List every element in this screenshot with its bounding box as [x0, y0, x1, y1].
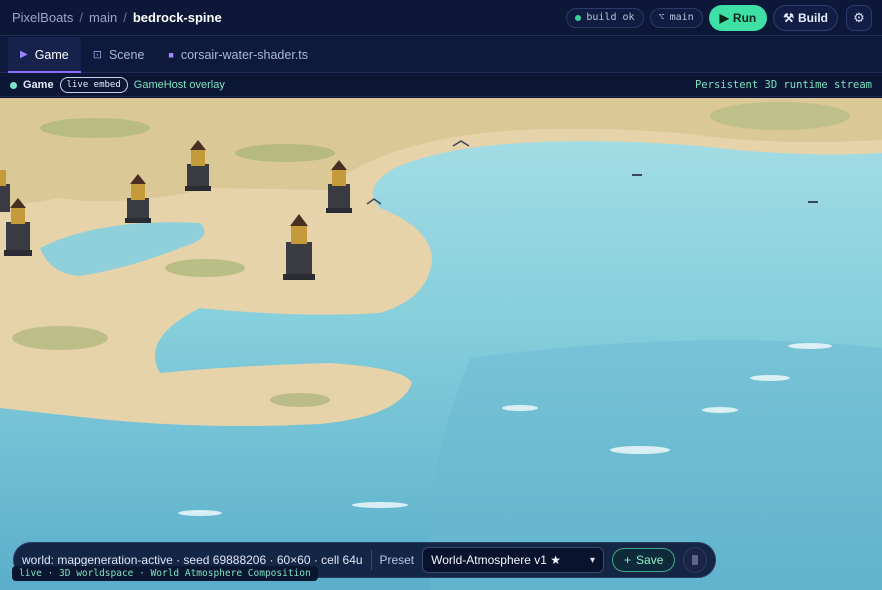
git-branch-icon: ⌥ — [658, 12, 665, 23]
play-icon: ▶ — [20, 49, 28, 60]
run-label: Run — [732, 10, 757, 25]
tab-bar: ▶ Game ⊡ Scene ■ corsair-water-shader.ts — [0, 37, 882, 73]
grass-patch — [710, 102, 850, 130]
top-bar: PixelBoats / main / bedrock-spine build … — [0, 0, 882, 36]
branch-pill[interactable]: ⌥ main — [649, 7, 703, 28]
runtime-stream-label: Persistent 3D runtime stream — [694, 79, 872, 91]
tab-label: Scene — [108, 47, 145, 62]
build-button[interactable]: ⚒ Build — [773, 4, 838, 31]
breadcrumb-project[interactable]: bedrock-spine — [133, 10, 222, 25]
build-status-text: build ok — [586, 12, 635, 23]
preset-value: World-Atmosphere v1 ★ — [431, 553, 562, 567]
run-button[interactable]: ▶ Run — [708, 4, 768, 31]
breadcrumb-branch[interactable]: main — [89, 10, 117, 25]
overlay-host-label: GameHost overlay — [133, 79, 225, 91]
breadcrumb-separator: / — [123, 10, 127, 25]
settings-button[interactable]: ⚙ — [846, 4, 872, 31]
grass-patch — [165, 259, 245, 277]
scene-icon: ⊡ — [92, 49, 102, 61]
status-dot-icon — [575, 14, 582, 21]
grass-patch — [12, 326, 108, 350]
preset-select[interactable]: World-Atmosphere v1 ★ ▾ — [422, 547, 605, 573]
hammer-icon: ⚒ — [783, 10, 794, 25]
grass-patch — [270, 393, 330, 407]
play-icon: ▶ — [719, 10, 729, 25]
tab-shader-file[interactable]: ■ corsair-water-shader.ts — [156, 37, 320, 72]
stop-button[interactable] — [683, 547, 707, 573]
chevron-down-icon: ▾ — [589, 554, 596, 566]
preset-label: Preset — [379, 553, 415, 567]
breadcrumb-separator: / — [79, 10, 84, 25]
branch-pill-text: main — [669, 12, 694, 23]
save-label: Save — [636, 553, 664, 567]
build-status-pill[interactable]: build ok — [566, 7, 644, 28]
tab-game[interactable]: ▶ Game — [8, 37, 81, 73]
hud-divider — [370, 550, 372, 570]
game-overlay-bar: Game live embed GameHost overlay Persist… — [0, 74, 882, 97]
save-preset-button[interactable]: + Save — [612, 548, 676, 572]
tab-scene[interactable]: ⊡ Scene — [81, 37, 157, 72]
build-label: Build — [798, 10, 828, 25]
grass-patch — [235, 144, 335, 162]
file-icon: ■ — [168, 49, 174, 60]
live-dot-icon — [10, 81, 17, 89]
breadcrumb-org[interactable]: PixelBoats — [12, 10, 73, 25]
tab-label: Game — [34, 47, 69, 62]
worldspace-caption: live · 3D worldspace · World Atmosphere … — [12, 566, 318, 581]
live-embed-badge: live embed — [59, 77, 128, 93]
breadcrumb: PixelBoats / main / bedrock-spine — [12, 10, 222, 25]
grass-patch — [40, 118, 150, 138]
world-status-text: world: mapgeneration-active · seed 69888… — [22, 553, 363, 567]
overlay-title: Game — [23, 79, 54, 91]
gear-icon: ⚙ — [853, 9, 865, 25]
stop-icon — [692, 555, 699, 565]
game-viewport[interactable] — [0, 98, 882, 590]
game-scene — [0, 98, 882, 590]
tab-label: corsair-water-shader.ts — [180, 47, 308, 62]
plus-icon: + — [624, 553, 632, 567]
